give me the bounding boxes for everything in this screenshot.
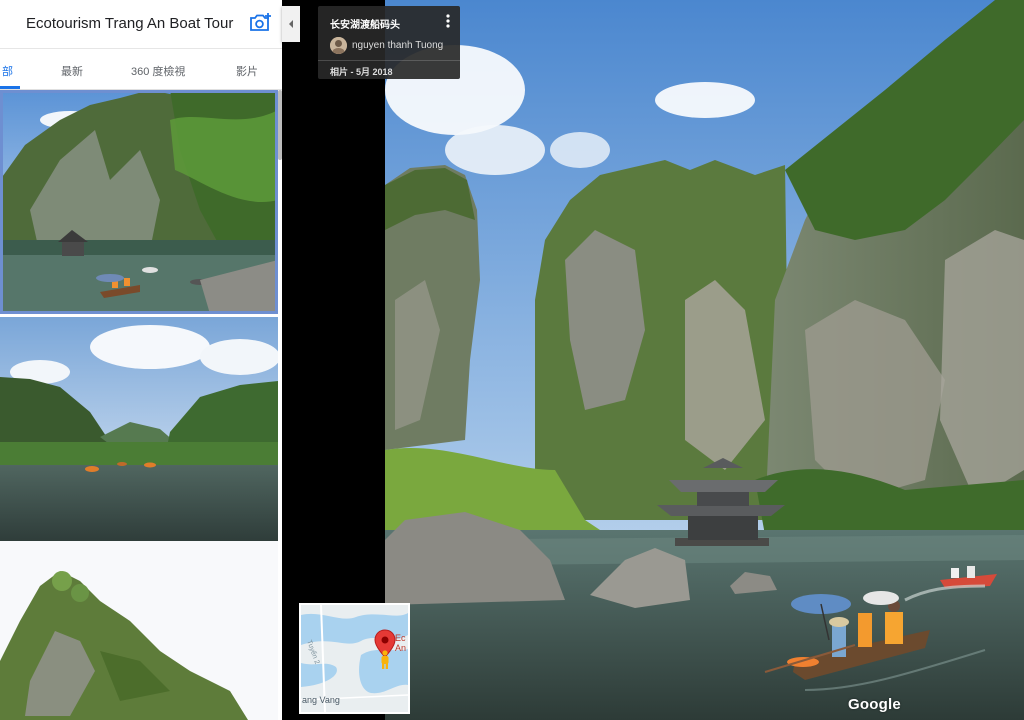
photo-thumbnail[interactable] (0, 90, 278, 314)
active-tab-indicator (0, 86, 20, 89)
more-options-button[interactable] (442, 14, 454, 30)
location-title: 长安湖渡船码头 (330, 20, 400, 31)
avatar-image (330, 37, 347, 54)
panel-scrollbar[interactable] (278, 90, 282, 160)
chevron-left-icon (289, 20, 293, 28)
add-photo-button[interactable] (248, 11, 272, 35)
place-label: An (395, 643, 407, 653)
avatar[interactable] (330, 37, 347, 54)
place-label: Ec (395, 633, 406, 643)
photo-panel: Ecotourism Trang An Boat Tour 部 最新 360 度… (0, 0, 282, 720)
divider (318, 60, 460, 61)
panorama-image (385, 0, 1024, 720)
mini-map[interactable]: Tuyến 2 Ec An ang Vang (299, 603, 410, 714)
panel-header: Ecotourism Trang An Boat Tour (0, 0, 282, 49)
photo-date: 相片 - 5月 2018 (330, 67, 393, 77)
place-title: Ecotourism Trang An Boat Tour (26, 15, 234, 32)
thumbnail-image (0, 317, 278, 541)
area-label: ang Vang (302, 695, 340, 705)
pegman-icon (381, 650, 389, 669)
tab-360[interactable]: 360 度檢視 (131, 63, 185, 79)
thumbnail-image (0, 90, 278, 314)
thumbnail-image (0, 541, 278, 720)
tab-latest[interactable]: 最新 (61, 63, 83, 79)
author-name[interactable]: nguyen thanh Tuong (352, 40, 443, 51)
add-photo-icon (250, 13, 271, 31)
more-vert-icon (446, 14, 450, 28)
collapse-panel-button[interactable] (282, 6, 300, 42)
street-view-image[interactable] (385, 0, 1024, 720)
photo-thumbnail[interactable] (0, 317, 278, 541)
photo-info-card: 长安湖渡船码头 nguyen thanh Tuong 相片 - 5月 2018 (318, 6, 460, 79)
tab-all[interactable]: 部 (2, 63, 13, 79)
google-logo: Google (848, 696, 901, 713)
photo-thumbnail[interactable] (0, 541, 278, 720)
photo-tabs: 部 最新 360 度檢視 影片 (0, 49, 282, 90)
tab-videos[interactable]: 影片 (236, 63, 258, 79)
